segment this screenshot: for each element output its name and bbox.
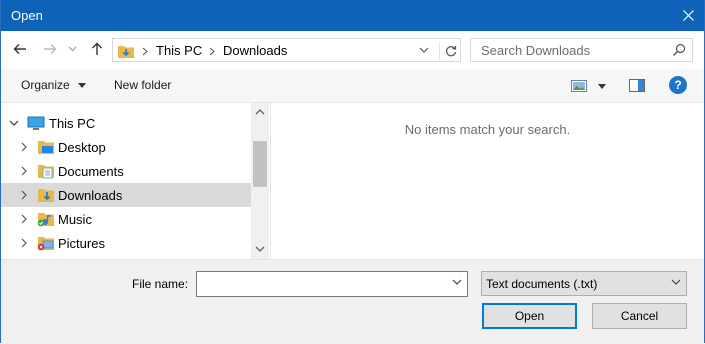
tree-label-this-pc: This PC — [49, 116, 96, 131]
tree-item-downloads[interactable]: Downloads — [1, 183, 251, 207]
breadcrumb-separator-icon — [142, 47, 148, 56]
search-placeholder: Search Downloads — [481, 43, 591, 58]
chevron-right-icon[interactable] — [18, 237, 30, 249]
pc-icon — [27, 116, 45, 130]
breadcrumb-separator-icon — [209, 47, 215, 56]
chevron-down-icon — [671, 279, 681, 285]
window-title: Open — [11, 8, 43, 23]
help-button[interactable]: ? — [669, 76, 687, 94]
tree-item-desktop[interactable]: Desktop — [1, 135, 251, 159]
breadcrumb-this-pc[interactable]: This PC — [156, 43, 202, 58]
address-history-chevron-icon[interactable] — [417, 43, 431, 57]
chevron-down-icon — [78, 83, 87, 89]
downloads-folder-icon — [38, 189, 54, 202]
tree-label-downloads: Downloads — [58, 188, 123, 203]
chevron-right-icon[interactable] — [18, 213, 30, 225]
chevron-down-icon — [68, 46, 76, 52]
tree-item-pictures[interactable]: Pictures — [1, 231, 251, 255]
scroll-down-arrow-icon[interactable] — [255, 246, 265, 253]
music-folder-icon — [37, 213, 54, 227]
refresh-icon — [445, 46, 457, 57]
desktop-folder-icon — [38, 141, 54, 154]
tree-item-this-pc[interactable]: This PC — [1, 111, 251, 135]
file-type-dropdown[interactable]: Text documents (.txt) — [481, 271, 687, 296]
file-name-label: File name: — [132, 277, 189, 291]
navigation-pane: This PC Desktop Documents Downloads Musi… — [1, 103, 251, 260]
tree-label-music: Music — [58, 212, 92, 227]
address-bar[interactable]: This PC Downloads — [112, 38, 461, 62]
view-thumbnails-icon — [571, 80, 587, 92]
downloads-folder-icon — [118, 46, 134, 58]
search-box[interactable]: Search Downloads — [470, 38, 693, 62]
forward-button[interactable] — [40, 39, 60, 59]
navigation-pane-scrollbar[interactable] — [251, 103, 269, 260]
chevron-right-icon[interactable] — [18, 165, 30, 177]
chevron-down-icon — [598, 84, 606, 89]
chevron-right-icon[interactable] — [18, 141, 30, 153]
up-button[interactable] — [87, 39, 107, 59]
recent-locations-button[interactable] — [65, 39, 79, 59]
chevron-right-icon[interactable] — [18, 189, 30, 201]
forward-arrow-icon — [44, 44, 57, 54]
new-folder-button[interactable]: New folder — [114, 78, 171, 92]
breadcrumb-downloads[interactable]: Downloads — [223, 43, 287, 58]
documents-folder-icon — [38, 165, 54, 179]
up-arrow-icon — [92, 42, 102, 55]
preview-pane-icon[interactable] — [629, 79, 645, 92]
tree-item-music[interactable]: Music — [1, 207, 251, 231]
scrollbar-thumb[interactable] — [253, 141, 267, 187]
tree-item-documents[interactable]: Documents — [1, 159, 251, 183]
chevron-down-icon[interactable] — [452, 279, 462, 286]
help-icon: ? — [674, 78, 682, 92]
scroll-up-arrow-icon[interactable] — [255, 108, 265, 115]
dialog-footer: File name: Text documents (.txt) Open Ca… — [1, 259, 704, 344]
organize-button[interactable]: Organize — [21, 78, 87, 92]
chevron-expanded-icon[interactable] — [8, 117, 20, 129]
organize-label: Organize — [21, 78, 70, 92]
open-button[interactable]: Open — [482, 303, 577, 329]
cancel-button[interactable]: Cancel — [592, 303, 687, 329]
file-type-selected: Text documents (.txt) — [486, 277, 598, 291]
pictures-folder-icon — [37, 237, 54, 251]
search-icon[interactable] — [672, 43, 686, 57]
back-button[interactable] — [10, 39, 30, 59]
view-options-button[interactable] — [571, 79, 607, 93]
tree-label-desktop: Desktop — [58, 140, 106, 155]
tree-label-documents: Documents — [58, 164, 124, 179]
tree-label-pictures: Pictures — [58, 236, 105, 251]
content-area: This PC Desktop Documents Downloads Musi… — [1, 102, 704, 260]
close-button[interactable] — [673, 0, 704, 31]
back-arrow-icon — [13, 44, 26, 54]
close-icon — [683, 10, 694, 21]
title-bar: Open — [1, 0, 704, 31]
refresh-button[interactable] — [439, 42, 458, 60]
open-dialog: Open This PC Downloads Search Downloads … — [0, 0, 705, 344]
empty-results-message: No items match your search. — [404, 122, 571, 137]
command-bar: Organize New folder ? — [1, 69, 704, 102]
file-name-field[interactable] — [196, 271, 468, 297]
